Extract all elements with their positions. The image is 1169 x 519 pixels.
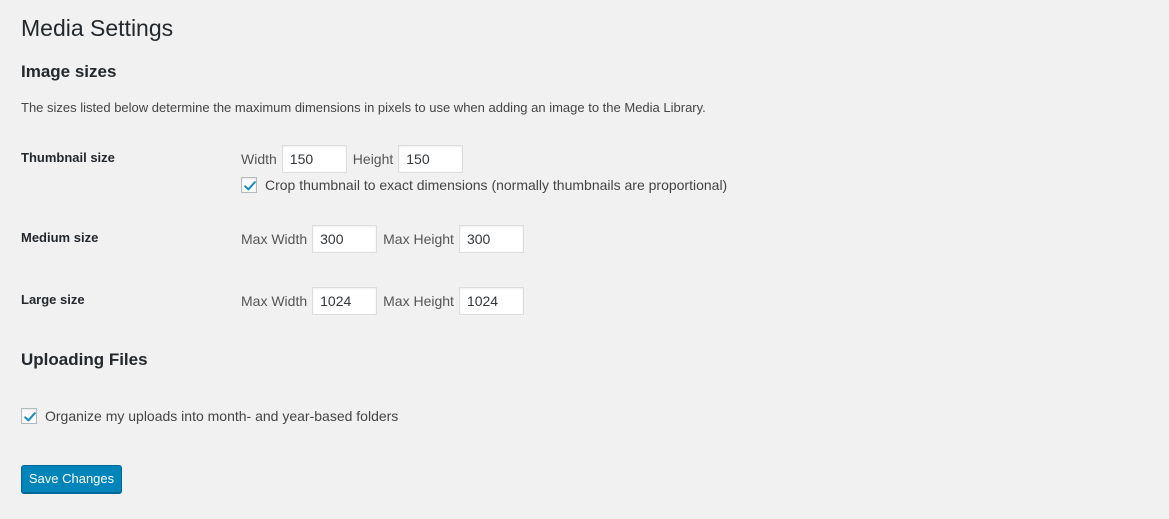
checkmark-icon — [24, 412, 36, 422]
thumbnail-size-label: Thumbnail size — [21, 150, 115, 165]
uploading-files-heading: Uploading Files — [21, 350, 148, 369]
organize-uploads-checkbox[interactable] — [21, 408, 37, 424]
thumbnail-height-label: Height — [352, 151, 394, 167]
medium-size-label: Medium size — [21, 230, 99, 245]
large-width-label: Max Width — [241, 293, 308, 309]
organize-uploads-row[interactable]: Organize my uploads into month- and year… — [21, 407, 398, 425]
large-height-label: Max Height — [383, 293, 454, 309]
thumbnail-size-fields: Width Height — [241, 145, 464, 173]
medium-width-label: Max Width — [241, 231, 308, 247]
crop-thumbnail-checkbox[interactable] — [241, 177, 257, 193]
crop-thumbnail-label: Crop thumbnail to exact dimensions (norm… — [265, 177, 728, 193]
large-height-input[interactable] — [458, 287, 524, 315]
medium-width-input[interactable] — [312, 225, 378, 253]
thumbnail-width-input[interactable] — [281, 145, 347, 173]
image-sizes-description: The sizes listed below determine the max… — [21, 100, 706, 115]
page-title: Media Settings — [21, 15, 174, 41]
save-changes-button[interactable]: Save Changes — [21, 465, 122, 493]
checkmark-icon — [244, 181, 256, 191]
medium-height-label: Max Height — [383, 231, 454, 247]
large-size-label: Large size — [21, 292, 85, 307]
medium-size-fields: Max Width Max Height — [241, 225, 524, 253]
organize-uploads-label: Organize my uploads into month- and year… — [45, 408, 399, 424]
large-width-input[interactable] — [312, 287, 378, 315]
media-settings-page: Media Settings Image sizes The sizes lis… — [0, 0, 1169, 519]
thumbnail-height-input[interactable] — [398, 145, 464, 173]
crop-thumbnail-row[interactable]: Crop thumbnail to exact dimensions (norm… — [241, 176, 727, 194]
large-size-fields: Max Width Max Height — [241, 287, 524, 315]
image-sizes-heading: Image sizes — [21, 62, 117, 81]
medium-height-input[interactable] — [458, 225, 524, 253]
thumbnail-width-label: Width — [241, 151, 277, 167]
